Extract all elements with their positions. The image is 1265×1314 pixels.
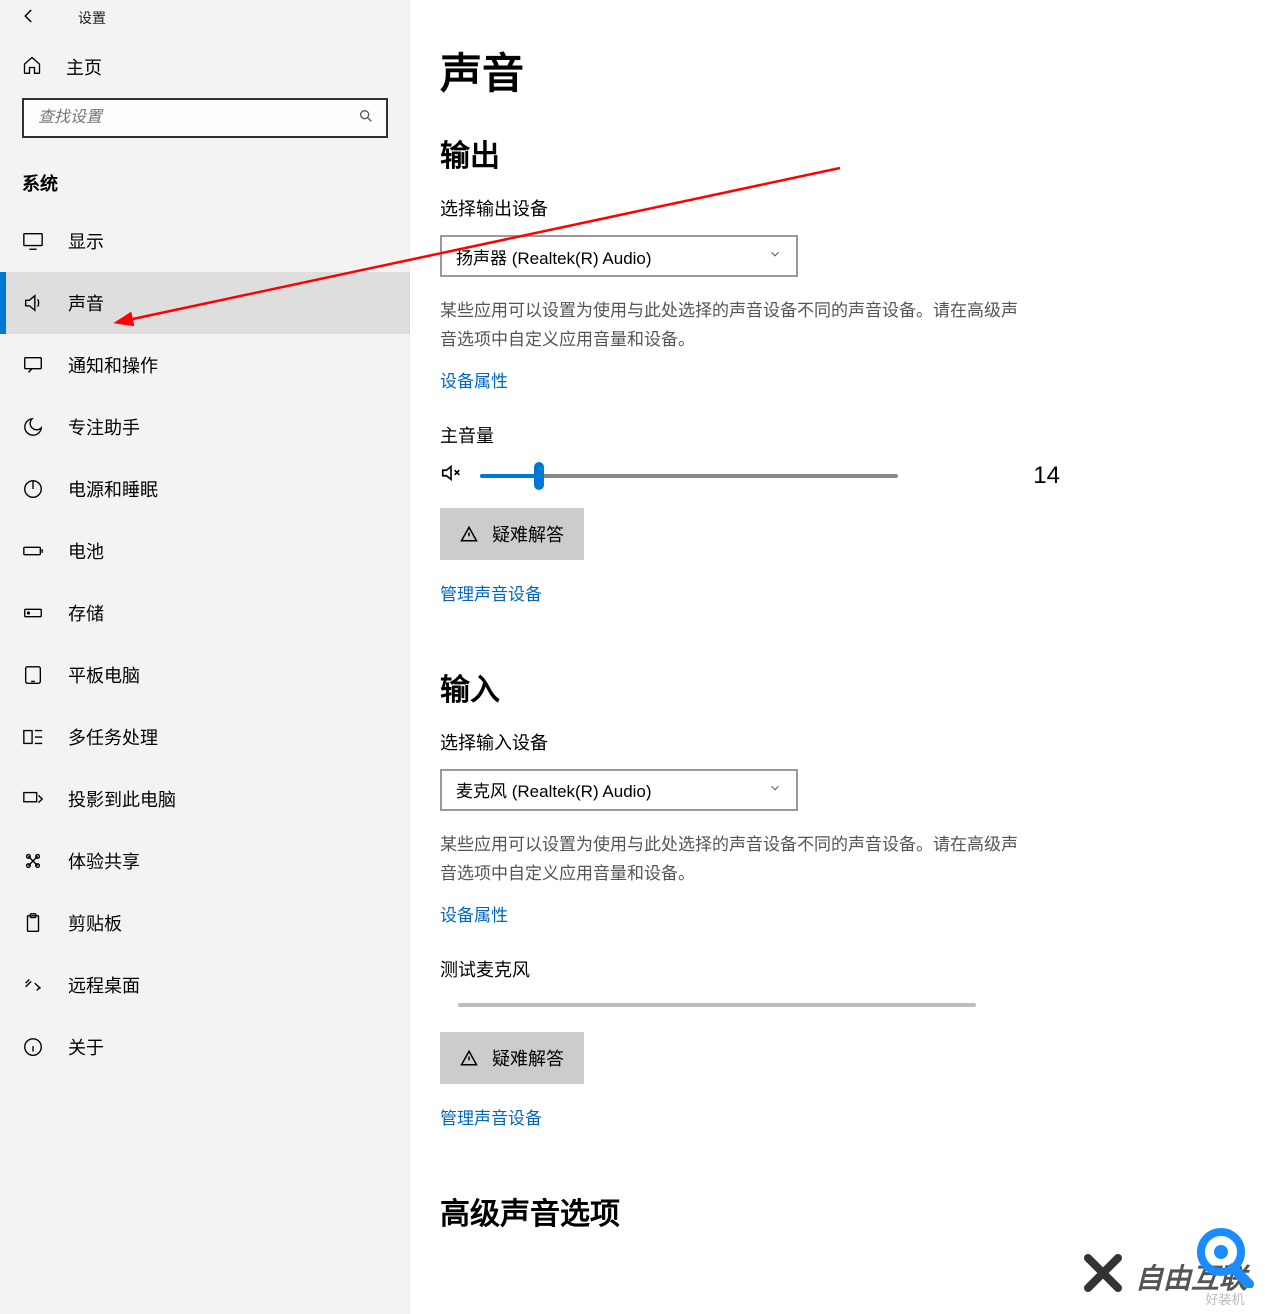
page-title: 声音 [440,40,1235,101]
sidebar-item-tablet[interactable]: 平板电脑 [0,644,410,706]
sidebar-item-storage[interactable]: 存储 [0,582,410,644]
dropdown-value: 扬声器 (Realtek(R) Audio) [456,244,652,269]
sidebar-item-label: 多任务处理 [68,724,158,750]
output-troubleshoot-button[interactable]: 疑难解答 [440,508,584,560]
volume-muted-icon[interactable] [440,462,462,489]
test-mic-block: 测试麦克风 疑难解答 管理声音设备 [440,956,1060,1129]
input-device-block: 选择输入设备 麦克风 (Realtek(R) Audio) 某些应用可以设置为使… [440,729,1060,926]
output-device-props-link[interactable]: 设备属性 [440,367,508,392]
master-volume-block: 主音量 14 疑难解答 管理声音设备 [440,422,1060,605]
home-icon [22,55,42,80]
mic-level-meter [458,1003,976,1007]
volume-slider[interactable] [480,474,898,478]
sidebar-item-shared[interactable]: 体验共享 [0,830,410,892]
sidebar-home-label: 主页 [66,54,102,80]
remote-icon [22,974,44,996]
advanced-heading: 高级声音选项 [440,1189,1235,1233]
watermark-2: 好装机 [1193,1224,1257,1308]
info-icon [22,1036,44,1058]
window-title: 设置 [78,8,106,28]
sidebar: 设置 主页 系统 显示 声音 通知和操作 专注助手 电源和睡眠 [0,0,410,1314]
btn-label: 疑难解答 [492,1045,564,1071]
sidebar-item-label: 关于 [68,1034,104,1060]
test-mic-label: 测试麦克风 [440,956,1060,982]
sidebar-item-remote[interactable]: 远程桌面 [0,954,410,1016]
sidebar-item-label: 远程桌面 [68,972,140,998]
manage-output-devices-link[interactable]: 管理声音设备 [440,580,542,605]
output-heading: 输出 [440,131,1235,175]
multitask-icon [22,726,44,748]
input-note: 某些应用可以设置为使用与此处选择的声音设备不同的声音设备。请在高级声音选项中自定… [440,831,1020,889]
sidebar-home[interactable]: 主页 [0,36,410,98]
watermark-2-text: 好装机 [1193,1289,1257,1308]
shared-icon [22,850,44,872]
input-device-dropdown[interactable]: 麦克风 (Realtek(R) Audio) [440,769,798,811]
search-box[interactable] [22,98,388,138]
search-icon [358,108,374,129]
message-icon [22,354,44,376]
output-device-label: 选择输出设备 [440,195,1060,221]
main-content: 声音 输出 选择输出设备 扬声器 (Realtek(R) Audio) 某些应用… [410,0,1265,1314]
moon-icon [22,416,44,438]
sidebar-item-label: 声音 [68,290,104,316]
sidebar-item-label: 电源和睡眠 [68,476,158,502]
sidebar-item-multitask[interactable]: 多任务处理 [0,706,410,768]
sidebar-item-label: 存储 [68,600,104,626]
input-heading: 输入 [440,665,1235,709]
sidebar-item-notifications[interactable]: 通知和操作 [0,334,410,396]
manage-input-devices-link[interactable]: 管理声音设备 [440,1104,542,1129]
sidebar-item-label: 通知和操作 [68,352,158,378]
volume-value: 14 [973,462,1060,490]
output-device-dropdown[interactable]: 扬声器 (Realtek(R) Audio) [440,235,798,277]
sidebar-item-sound[interactable]: 声音 [0,272,410,334]
mic-level-row [440,996,1060,1014]
tablet-icon [22,664,44,686]
chevron-down-icon [768,246,782,266]
sidebar-item-label: 剪贴板 [68,910,122,936]
sidebar-item-focus[interactable]: 专注助手 [0,396,410,458]
monitor-icon [22,230,44,252]
speaker-icon [22,292,44,314]
sidebar-item-display[interactable]: 显示 [0,210,410,272]
sidebar-item-project[interactable]: 投影到此电脑 [0,768,410,830]
btn-label: 疑难解答 [492,521,564,547]
sidebar-item-label: 体验共享 [68,848,140,874]
sidebar-item-label: 投影到此电脑 [68,786,176,812]
sidebar-item-label: 专注助手 [68,414,140,440]
dropdown-value: 麦克风 (Realtek(R) Audio) [456,777,652,802]
storage-icon [22,602,44,624]
back-icon[interactable] [20,7,38,30]
sidebar-item-label: 平板电脑 [68,662,140,688]
battery-icon [22,540,44,562]
sidebar-section-label: 系统 [0,138,410,210]
master-volume-label: 主音量 [440,422,1060,448]
titlebar: 设置 [0,0,410,36]
output-device-block: 选择输出设备 扬声器 (Realtek(R) Audio) 某些应用可以设置为使… [440,195,1060,392]
sidebar-item-about[interactable]: 关于 [0,1016,410,1078]
sidebar-item-battery[interactable]: 电池 [0,520,410,582]
sidebar-item-label: 显示 [68,228,104,254]
brush-x-icon [1083,1253,1123,1300]
search-container [0,98,410,138]
volume-slider-row: 14 [440,462,1060,490]
output-note: 某些应用可以设置为使用与此处选择的声音设备不同的声音设备。请在高级声音选项中自定… [440,297,1020,355]
chevron-down-icon [768,780,782,800]
project-icon [22,788,44,810]
sidebar-item-power[interactable]: 电源和睡眠 [0,458,410,520]
search-input[interactable] [36,108,358,128]
sidebar-item-label: 电池 [68,538,104,564]
input-troubleshoot-button[interactable]: 疑难解答 [440,1032,584,1084]
sidebar-item-clipboard[interactable]: 剪贴板 [0,892,410,954]
clipboard-icon [22,912,44,934]
input-device-props-link[interactable]: 设备属性 [440,901,508,926]
power-icon [22,478,44,500]
input-device-label: 选择输入设备 [440,729,1060,755]
